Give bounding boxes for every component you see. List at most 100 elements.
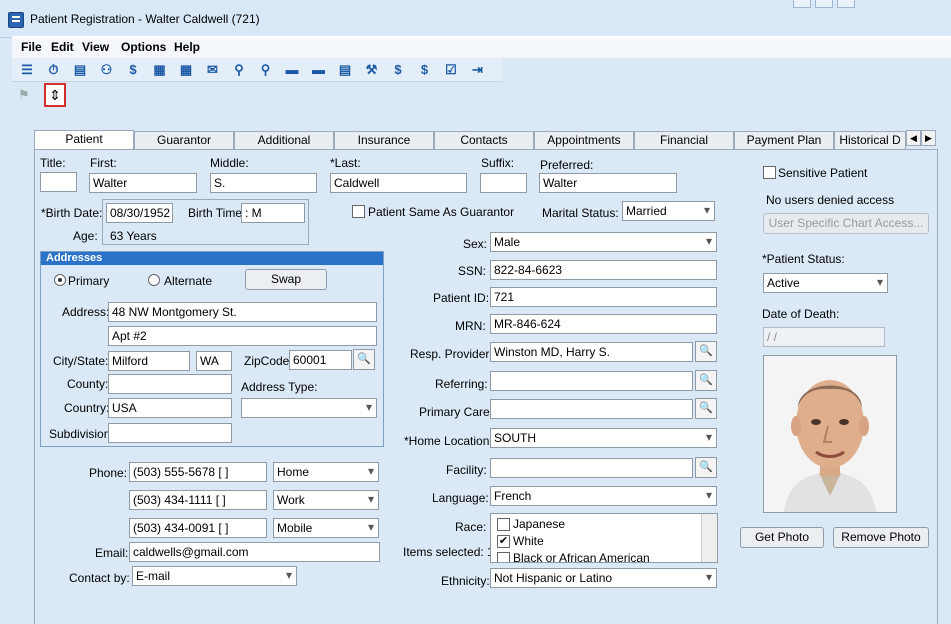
get-photo-button[interactable]: Get Photo xyxy=(740,527,824,548)
sensitive-patient-checkbox[interactable] xyxy=(763,166,776,179)
city-input[interactable]: Milford xyxy=(108,351,190,371)
race-list[interactable]: Japanese ✔ White Black or African Americ… xyxy=(490,513,718,563)
document-icon[interactable]: ▤ xyxy=(336,61,354,79)
title-input[interactable] xyxy=(40,172,77,192)
menu-options[interactable]: Options xyxy=(121,40,166,54)
state-input[interactable]: WA xyxy=(196,351,232,371)
phone1-input[interactable]: (503) 555-5678 [ ] xyxy=(129,462,267,482)
resp-provider-input[interactable]: Winston MD, Harry S. xyxy=(490,342,693,362)
alternate-radio[interactable] xyxy=(148,274,160,286)
exit-icon[interactable]: ⇥ xyxy=(469,61,487,79)
dollar-icon[interactable]: $ xyxy=(124,61,142,79)
middle-name-input[interactable]: S. xyxy=(210,173,317,193)
card-icon[interactable]: ▤ xyxy=(71,61,89,79)
primary-radio[interactable] xyxy=(54,274,66,286)
dollar-doc-icon[interactable]: $ xyxy=(389,61,407,79)
birth-time-input[interactable]: : M xyxy=(241,203,305,223)
tab-insurance[interactable]: Insurance xyxy=(334,131,434,149)
phone1-type-select[interactable]: Home xyxy=(273,462,379,482)
stopwatch-icon[interactable]: ⏱ xyxy=(45,61,63,79)
race-scrollbar[interactable] xyxy=(701,514,717,562)
maximize-button[interactable] xyxy=(815,0,833,8)
suffix-input[interactable] xyxy=(480,173,527,193)
calculator-icon[interactable]: ▦ xyxy=(151,61,169,79)
zip-lookup-button[interactable]: 🔍 xyxy=(353,349,375,370)
tab-scroll-left-button[interactable]: ◀ xyxy=(906,130,921,146)
tab-appointments[interactable]: Appointments xyxy=(534,131,634,149)
resize-tool-button[interactable]: ⇕ xyxy=(44,83,66,107)
phone2-type-select[interactable]: Work xyxy=(273,490,379,510)
menu-edit[interactable]: Edit xyxy=(51,40,74,54)
email-input[interactable]: caldwells@gmail.com xyxy=(129,542,380,562)
tab-historical-d[interactable]: Historical D xyxy=(834,131,906,149)
race-white-checkbox[interactable]: ✔ xyxy=(497,535,510,548)
address-line1-input[interactable]: 48 NW Montgomery St. xyxy=(108,302,377,322)
ssn-input[interactable]: 822-84-6623 xyxy=(490,260,717,280)
mrn-input[interactable]: MR-846-624 xyxy=(490,314,717,334)
referring-lookup-button[interactable]: 🔍 xyxy=(695,370,717,391)
people-dollar-icon[interactable]: ⚇ xyxy=(98,61,116,79)
wrench-icon[interactable]: ⚒ xyxy=(363,61,381,79)
sex-select[interactable]: Male xyxy=(490,232,717,252)
same-as-guarantor-checkbox[interactable] xyxy=(352,205,365,218)
dollar-bars-icon[interactable]: $ xyxy=(416,61,434,79)
race-black-checkbox[interactable] xyxy=(497,552,510,562)
address-line2-input[interactable]: Apt #2 xyxy=(108,326,377,346)
calculator2-icon[interactable]: ▦ xyxy=(177,61,195,79)
phone3-input[interactable]: (503) 434-0091 [ ] xyxy=(129,518,267,538)
date-of-death-input[interactable]: / / xyxy=(763,327,885,347)
phone2-input[interactable]: (503) 434-1111 [ ] xyxy=(129,490,267,510)
list-icon[interactable]: ☰ xyxy=(18,61,36,79)
preferred-name-input[interactable]: Walter xyxy=(539,173,677,193)
patient-status-select[interactable]: Active xyxy=(763,273,888,293)
referring-input[interactable] xyxy=(490,371,693,391)
tab-scroll-right-button[interactable]: ▶ xyxy=(921,130,936,146)
last-name-input[interactable]: Caldwell xyxy=(330,173,467,193)
search-dollar-icon[interactable]: ⚲ xyxy=(257,61,275,79)
facility-lookup-button[interactable]: 🔍 xyxy=(695,457,717,478)
language-select[interactable]: French xyxy=(490,486,717,506)
user-specific-access-button[interactable]: User Specific Chart Access... xyxy=(763,213,929,234)
binoculars-icon: 🔍 xyxy=(699,374,713,386)
address-type-select[interactable] xyxy=(241,398,377,418)
tab-financial[interactable]: Financial xyxy=(634,131,734,149)
search-money-icon[interactable]: ⚲ xyxy=(230,61,248,79)
patient-id-input[interactable]: 721 xyxy=(490,287,717,307)
folder-icon[interactable]: ▬ xyxy=(283,61,301,79)
ethnicity-select[interactable]: Not Hispanic or Latino xyxy=(490,568,717,588)
zip-label: ZipCode: xyxy=(244,354,293,368)
resp-provider-lookup-button[interactable]: 🔍 xyxy=(695,341,717,362)
tab-additional[interactable]: Additional xyxy=(234,131,334,149)
ssn-label: SSN: xyxy=(458,264,487,278)
tab-payment-plan[interactable]: Payment Plan xyxy=(734,131,834,149)
patient-status-label: *Patient Status: xyxy=(762,252,845,266)
county-input[interactable] xyxy=(108,374,232,394)
swap-button[interactable]: Swap xyxy=(245,269,327,290)
close-button[interactable] xyxy=(837,0,855,8)
birth-date-input[interactable]: 08/30/1952 xyxy=(106,203,173,223)
menu-help[interactable]: Help xyxy=(174,40,200,54)
facility-input[interactable] xyxy=(490,458,693,478)
first-name-input[interactable]: Walter xyxy=(89,173,197,193)
checklist-icon[interactable]: ☑ xyxy=(442,61,460,79)
tab-contacts[interactable]: Contacts xyxy=(434,131,534,149)
subdivision-input[interactable] xyxy=(108,423,232,443)
primary-care-lookup-button[interactable]: 🔍 xyxy=(695,398,717,419)
phone3-type-select[interactable]: Mobile xyxy=(273,518,379,538)
remove-photo-button[interactable]: Remove Photo xyxy=(833,527,929,548)
money-icon[interactable]: ✉ xyxy=(204,61,222,79)
race-japanese-checkbox[interactable] xyxy=(497,518,510,531)
zip-input[interactable]: 60001 xyxy=(289,350,352,370)
marital-select[interactable]: Married xyxy=(622,201,715,221)
home-location-select[interactable]: SOUTH xyxy=(490,428,717,448)
contact-by-select[interactable]: E-mail xyxy=(132,566,297,586)
minimize-button[interactable] xyxy=(793,0,811,8)
country-input[interactable]: USA xyxy=(108,398,232,418)
tab-patient[interactable]: Patient xyxy=(34,130,134,150)
primary-care-input[interactable] xyxy=(490,399,693,419)
menu-view[interactable]: View xyxy=(82,40,109,54)
menu-file[interactable]: File xyxy=(21,40,42,54)
tab-guarantor[interactable]: Guarantor xyxy=(134,131,234,149)
binoculars-icon: 🔍 xyxy=(699,461,713,473)
folder-open-icon[interactable]: ▬ xyxy=(310,61,328,79)
